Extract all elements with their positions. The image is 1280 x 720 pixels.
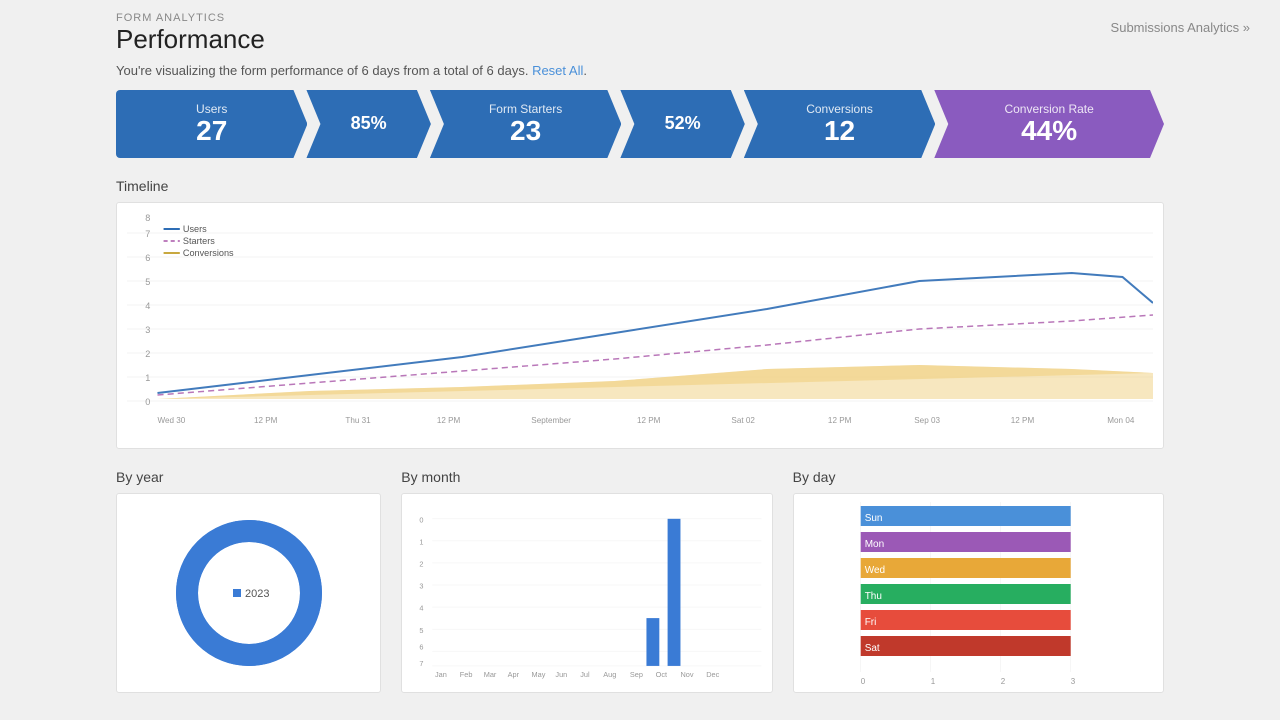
pct2-value: 52%	[665, 114, 701, 134]
svg-text:Conversions: Conversions	[183, 248, 234, 258]
svg-text:2023: 2023	[245, 588, 269, 600]
svg-text:0: 0	[145, 397, 150, 407]
svg-text:0: 0	[860, 677, 865, 686]
by-day-chart: 0 1 2 3 Sun Mon	[793, 493, 1164, 693]
svg-text:6: 6	[420, 642, 424, 651]
svg-text:2: 2	[1000, 677, 1005, 686]
brand-label: FORM ANALYTICS	[116, 12, 1164, 24]
svg-text:Jan: Jan	[435, 670, 447, 679]
starters-label: Form Starters	[489, 102, 562, 116]
svg-text:1: 1	[930, 677, 935, 686]
svg-text:0: 0	[420, 515, 424, 524]
pct1-value: 85%	[351, 114, 387, 134]
by-month-title: By month	[401, 469, 772, 485]
page: Submissions Analytics » FORM ANALYTICS P…	[0, 0, 1280, 720]
stat-conversion-rate: Conversion Rate 44%	[934, 90, 1164, 158]
svg-text:Sep 03: Sep 03	[914, 416, 940, 425]
svg-text:Mon: Mon	[864, 539, 883, 550]
svg-text:Dec: Dec	[706, 670, 719, 679]
by-month-section: By month 0 1 2 3 4 5 6 7	[401, 469, 772, 693]
stat-pct2: 52%	[620, 90, 744, 158]
svg-text:1: 1	[145, 373, 150, 383]
svg-text:2: 2	[420, 560, 424, 569]
svg-text:Jul: Jul	[581, 670, 591, 679]
svg-text:3: 3	[145, 325, 150, 335]
svg-text:2: 2	[145, 349, 150, 359]
stat-starters: Form Starters 23	[430, 90, 621, 158]
timeline-chart-container: 0 1 2 3 4 5 6 7 8 Wed 30 12 PM Thu 31 12…	[116, 202, 1164, 449]
svg-text:6: 6	[145, 253, 150, 263]
svg-text:Sun: Sun	[864, 513, 882, 524]
stat-pct1: 85%	[306, 90, 430, 158]
by-day-title: By day	[793, 469, 1164, 485]
by-day-section: By day 0 1 2 3 Sun	[793, 469, 1164, 693]
svg-text:3: 3	[420, 582, 424, 591]
timeline-title: Timeline	[116, 178, 1164, 194]
svg-text:May: May	[532, 670, 546, 679]
day-svg: 0 1 2 3 Sun Mon	[802, 502, 1155, 687]
svg-text:Jun: Jun	[556, 670, 568, 679]
svg-text:5: 5	[145, 277, 150, 287]
svg-text:Nov: Nov	[681, 670, 694, 679]
svg-text:Starters: Starters	[183, 236, 215, 246]
svg-text:Thu: Thu	[864, 591, 881, 602]
svg-text:Apr: Apr	[508, 670, 520, 679]
conversion-rate-value: 44%	[1021, 116, 1077, 147]
svg-text:Mon 04: Mon 04	[1107, 416, 1135, 425]
svg-text:12 PM: 12 PM	[437, 416, 461, 425]
by-year-section: By year 2023	[116, 469, 381, 693]
svg-text:4: 4	[420, 604, 424, 613]
svg-text:4: 4	[145, 301, 150, 311]
svg-text:7: 7	[420, 659, 424, 668]
donut-svg: 2023	[169, 513, 329, 673]
svg-text:Sat: Sat	[864, 643, 879, 654]
svg-text:Thu 31: Thu 31	[345, 416, 371, 425]
svg-text:7: 7	[145, 229, 150, 239]
svg-text:Sat 02: Sat 02	[731, 416, 755, 425]
bottom-row: By year 2023 By month 0 1 2	[116, 469, 1164, 693]
by-year-chart: 2023	[116, 493, 381, 693]
svg-text:Mar: Mar	[484, 670, 497, 679]
users-label: Users	[196, 102, 227, 116]
svg-text:5: 5	[420, 626, 424, 635]
conversions-label: Conversions	[806, 102, 873, 116]
svg-text:12 PM: 12 PM	[637, 416, 661, 425]
month-svg: 0 1 2 3 4 5 6 7	[412, 504, 761, 689]
svg-text:Aug: Aug	[604, 670, 617, 679]
svg-text:September: September	[531, 416, 571, 425]
conversions-value: 12	[824, 116, 855, 147]
page-title: Performance	[116, 24, 1164, 55]
svg-text:Fri: Fri	[864, 617, 876, 628]
svg-text:3: 3	[1070, 677, 1075, 686]
by-month-chart: 0 1 2 3 4 5 6 7	[401, 493, 772, 693]
svg-text:Wed 30: Wed 30	[157, 416, 185, 425]
stats-bar: Users 27 85% Form Starters 23 52% Conver…	[116, 90, 1164, 158]
users-value: 27	[196, 116, 227, 147]
conversion-rate-label: Conversion Rate	[1004, 102, 1093, 116]
stat-conversions: Conversions 12	[744, 90, 935, 158]
svg-text:Wed: Wed	[864, 565, 884, 576]
svg-text:Oct: Oct	[656, 670, 667, 679]
svg-text:12 PM: 12 PM	[254, 416, 278, 425]
header: FORM ANALYTICS Performance	[0, 0, 1280, 55]
svg-text:Users: Users	[183, 224, 207, 234]
svg-text:12 PM: 12 PM	[828, 416, 852, 425]
stat-users: Users 27	[116, 90, 307, 158]
subtitle: You're visualizing the form performance …	[116, 63, 1164, 78]
svg-text:Sep: Sep	[630, 670, 643, 679]
submissions-analytics-link[interactable]: Submissions Analytics »	[1111, 20, 1250, 35]
by-year-title: By year	[116, 469, 381, 485]
reset-all-link[interactable]: Reset All	[532, 63, 583, 78]
svg-text:Feb: Feb	[460, 670, 473, 679]
svg-text:1: 1	[420, 538, 424, 547]
timeline-section: Timeline 0 1 2 3 4 5 6 7 8	[116, 178, 1164, 449]
timeline-svg: 0 1 2 3 4 5 6 7 8 Wed 30 12 PM Thu 31 12…	[127, 213, 1153, 433]
starters-value: 23	[510, 116, 541, 147]
svg-text:12 PM: 12 PM	[1011, 416, 1035, 425]
svg-text:8: 8	[145, 213, 150, 223]
